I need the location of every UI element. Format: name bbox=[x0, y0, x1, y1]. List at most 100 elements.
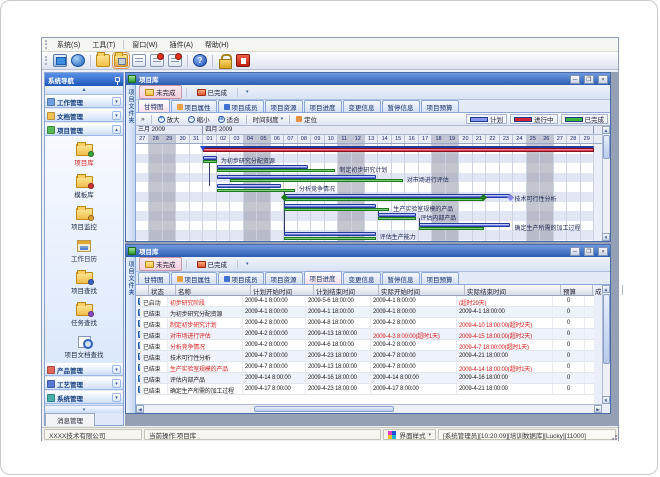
table-row[interactable]: 已启动初步研究阶段2009-4-1 8:00:002009-5-6 18:00:… bbox=[136, 296, 594, 307]
tab-项目资源[interactable]: 项目资源 bbox=[265, 100, 303, 112]
folder-open-icon[interactable] bbox=[96, 54, 110, 67]
zoom-in-button[interactable]: +放大 bbox=[155, 113, 183, 125]
lock-icon[interactable] bbox=[218, 54, 232, 67]
column-header-实际结束时间[interactable]: 实际结束时间 bbox=[465, 285, 561, 295]
scroll-up-arrow[interactable]: ▲ bbox=[602, 126, 610, 134]
sidebar-scroll-up-button[interactable]: ▴ bbox=[45, 86, 123, 95]
filter-tab-未完成[interactable]: 未完成 bbox=[139, 85, 182, 99]
interface-style-button[interactable]: 界面样式▾ bbox=[383, 429, 436, 440]
expand-arrow-icon[interactable]: ▾ bbox=[112, 365, 121, 374]
column-header-计划结束时间[interactable]: 计划结束时间 bbox=[314, 285, 379, 295]
table-row[interactable]: 已结束评估内部产品2009-4-14 8:00:002009-4-16 18:0… bbox=[136, 373, 594, 384]
expand-arrow-icon[interactable]: ▾ bbox=[112, 393, 121, 402]
project-folder-side-tab[interactable]: 项目文件夹 bbox=[126, 85, 136, 241]
save-project-icon[interactable] bbox=[114, 54, 128, 67]
globe-icon[interactable] bbox=[71, 54, 85, 67]
sidebar-item-项目监控[interactable]: 项目监控 bbox=[46, 203, 122, 235]
actual-bar[interactable] bbox=[203, 160, 216, 163]
scroll-thumb[interactable] bbox=[603, 294, 610, 364]
tab-message-management[interactable]: 消息管理 bbox=[45, 413, 95, 426]
actual-bar[interactable] bbox=[217, 189, 295, 192]
filter-tab-未完成[interactable]: 未完成 bbox=[139, 257, 182, 271]
sidebar-group-文档管理[interactable]: 文档管理▾ bbox=[45, 109, 123, 122]
column-header-selector[interactable] bbox=[136, 285, 149, 295]
scroll-thumb[interactable] bbox=[254, 406, 394, 412]
column-header-预算[interactable]: 预算 bbox=[561, 285, 593, 295]
table-vertical-scrollbar[interactable]: ▲ ▼ bbox=[602, 285, 610, 404]
actual-bar[interactable] bbox=[230, 179, 402, 182]
resize-grip[interactable] bbox=[609, 432, 617, 440]
column-header-计划开始时间[interactable]: 计划开始时间 bbox=[251, 285, 314, 295]
table-row[interactable]: 已结束对市场进行评估2009-4-2 8:00:002009-4-13 18:0… bbox=[136, 329, 594, 340]
tab-项目成员[interactable]: 项目成员 bbox=[218, 100, 264, 112]
tab-暂停信息[interactable]: 暂停信息 bbox=[382, 272, 420, 284]
actual-bar[interactable] bbox=[378, 217, 416, 220]
table-horizontal-scrollbar[interactable]: ◀ ▶ bbox=[136, 404, 602, 412]
sidebar-item-项目查找[interactable]: 项目查找 bbox=[46, 267, 122, 299]
exit-icon[interactable] bbox=[236, 54, 250, 67]
table-row[interactable]: 已结束生产实验室规模的产品2009-4-7 8:00:002009-4-13 1… bbox=[136, 362, 594, 373]
table-row[interactable]: 已结束分析竞争情况2009-4-2 8:00:002009-4-6 18:00:… bbox=[136, 340, 594, 351]
summary-inprogress-bar[interactable] bbox=[203, 148, 594, 152]
sidebar-scroll-down-button[interactable]: ▾ bbox=[45, 405, 123, 413]
actual-bar[interactable] bbox=[284, 208, 389, 211]
filter-tab-已完成[interactable]: 已完成 bbox=[191, 85, 234, 99]
collapse-arrow-icon[interactable]: ▴ bbox=[112, 125, 121, 134]
tab-项目进度[interactable]: 项目进度 bbox=[304, 271, 342, 284]
tab-项目资源[interactable]: 项目资源 bbox=[265, 272, 303, 284]
actual-bar[interactable] bbox=[217, 169, 336, 172]
tab-项目进度[interactable]: 项目进度 bbox=[304, 100, 342, 112]
scroll-down-arrow[interactable]: ▼ bbox=[602, 396, 610, 404]
sidebar-item-模板库[interactable]: 模板库 bbox=[46, 171, 122, 203]
tab-项目预算[interactable]: 项目预算 bbox=[421, 100, 459, 112]
menu-item-1[interactable]: 系统(S) bbox=[51, 39, 86, 51]
expand-arrow-icon[interactable]: ▾ bbox=[112, 379, 121, 388]
gantt-vertical-scrollbar[interactable]: ▲ ▼ bbox=[602, 126, 610, 241]
report-icon[interactable] bbox=[150, 54, 164, 67]
expand-arrow-icon[interactable]: ▾ bbox=[112, 111, 121, 120]
table-row[interactable]: 已结束为初步研究分配资源2009-4-1 8:00:002009-4-1 18:… bbox=[136, 307, 594, 318]
table-row[interactable]: 已结束确定生产所需的加工过程2009-4-17 8:00:002009-4-23… bbox=[136, 384, 594, 395]
tab-项目属性[interactable]: 项目属性 bbox=[171, 272, 217, 284]
zoom-out-button[interactable]: −缩小 bbox=[185, 113, 213, 125]
more-tools-button[interactable]: » bbox=[138, 115, 148, 124]
menu-item-4[interactable]: 插件(A) bbox=[164, 39, 199, 51]
column-header-名称[interactable]: 名称 bbox=[176, 285, 251, 295]
tab-暂停信息[interactable]: 暂停信息 bbox=[382, 100, 420, 112]
minimize-button[interactable]: ─ bbox=[570, 75, 580, 84]
report-alert-icon[interactable] bbox=[168, 54, 182, 67]
expand-arrow-icon[interactable]: ▾ bbox=[112, 97, 121, 106]
table-row[interactable]: 已结束技术可行性分析2009-4-7 8:00:002009-4-23 18:0… bbox=[136, 351, 594, 362]
close-button[interactable]: × bbox=[598, 75, 608, 84]
scroll-left-arrow[interactable]: ◀ bbox=[136, 405, 144, 413]
tab-项目成员[interactable]: 项目成员 bbox=[218, 272, 264, 284]
time-scale-button[interactable]: 时间刻度 ▾ bbox=[250, 113, 287, 125]
menu-item-3[interactable]: 窗口(W) bbox=[126, 39, 163, 51]
filter-dropdown-icon[interactable]: ▾ bbox=[242, 89, 253, 95]
menu-item-2[interactable]: 工具(T) bbox=[86, 39, 121, 51]
sidebar-group-产品管理[interactable]: 产品管理▾ bbox=[45, 363, 123, 376]
scroll-right-arrow[interactable]: ▶ bbox=[594, 405, 602, 413]
locate-button[interactable]: 定位 bbox=[293, 113, 320, 125]
sidebar-item-项目文档查找[interactable]: 项目文档查找 bbox=[46, 331, 122, 363]
actual-bar[interactable] bbox=[284, 237, 376, 240]
fit-button[interactable]: ⊞适合 bbox=[215, 113, 243, 125]
tab-变更信息[interactable]: 变更信息 bbox=[343, 272, 381, 284]
close-button[interactable]: × bbox=[598, 247, 608, 256]
column-header-实际开始时间[interactable]: 实际开始时间 bbox=[379, 285, 465, 295]
filter-dropdown-icon[interactable]: ▾ bbox=[242, 261, 253, 267]
computer-icon[interactable] bbox=[53, 54, 67, 67]
tab-项目预算[interactable]: 项目预算 bbox=[421, 272, 459, 284]
sidebar-item-项目库[interactable]: 项目库 bbox=[46, 139, 122, 171]
sidebar-group-工艺管理[interactable]: 工艺管理▾ bbox=[45, 377, 123, 390]
table-row[interactable]: 已结束制定初步研究计划2009-4-2 8:00:002009-4-8 18:0… bbox=[136, 318, 594, 329]
restore-button[interactable]: ❐ bbox=[584, 247, 594, 256]
minimize-button[interactable]: ─ bbox=[570, 247, 580, 256]
note-icon[interactable] bbox=[132, 54, 146, 67]
tab-变更信息[interactable]: 变更信息 bbox=[343, 100, 381, 112]
tab-甘特图[interactable]: 甘特图 bbox=[138, 99, 170, 112]
menu-item-5[interactable]: 帮助(H) bbox=[199, 39, 235, 51]
sidebar-item-工作日历[interactable]: 工作日历 bbox=[46, 235, 122, 267]
sidebar-group-项目管理[interactable]: 项目管理▴ bbox=[45, 123, 123, 136]
sidebar-group-工作管理[interactable]: 工作管理▾ bbox=[45, 95, 123, 108]
